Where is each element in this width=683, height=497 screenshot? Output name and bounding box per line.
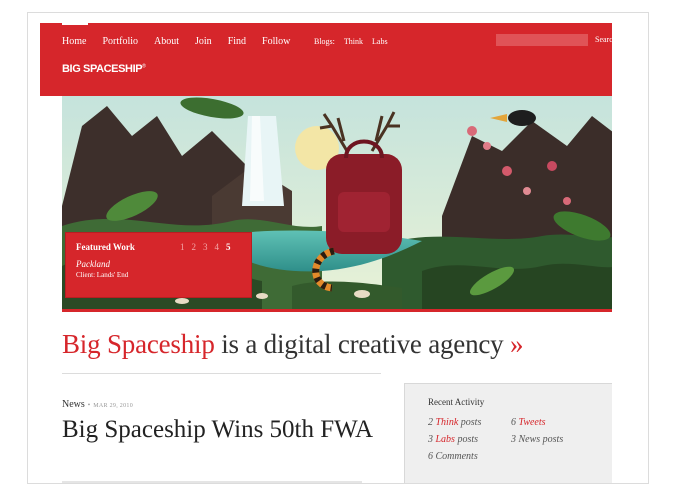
activity-suffix: posts: [458, 417, 482, 428]
featured-work-panel[interactable]: Featured Work 1 2 3 4 5 Packland Client:…: [65, 232, 252, 298]
nav-join[interactable]: Join: [195, 36, 212, 47]
news-category[interactable]: News: [62, 399, 85, 410]
pager-3[interactable]: 3: [203, 242, 208, 252]
featured-project-name[interactable]: Packland: [76, 259, 110, 269]
browser-frame: Home Portfolio About Join Find Follow Bl…: [27, 12, 649, 484]
activity-labs-posts[interactable]: 3 Labs posts: [428, 434, 478, 445]
blogs-nav: Blogs: Think Labs: [314, 34, 397, 48]
blogs-label: Blogs:: [314, 36, 335, 46]
blog-link-labs[interactable]: Labs: [372, 37, 388, 46]
activity-tweets[interactable]: 6 Tweets: [511, 417, 546, 428]
nav-home[interactable]: Home: [62, 36, 86, 47]
nav-follow[interactable]: Follow: [262, 36, 290, 47]
pager-5-active[interactable]: 5: [226, 242, 231, 252]
nav-active-indicator: [62, 23, 88, 25]
activity-think-posts[interactable]: 2 Think posts: [428, 417, 481, 428]
agency-tagline: Big Spaceship is a digital creative agen…: [62, 329, 612, 360]
tagline-more-link[interactable]: »: [510, 329, 524, 359]
pager-2[interactable]: 2: [192, 242, 197, 252]
activity-count: 2: [428, 417, 433, 428]
activity-suffix: Comments: [435, 451, 478, 462]
section-divider: [62, 373, 381, 374]
nav-find[interactable]: Find: [228, 36, 246, 47]
activity-count: 6: [428, 451, 433, 462]
activity-news-posts[interactable]: 3 News posts: [511, 434, 563, 445]
site-header: Home Portfolio About Join Find Follow Bl…: [40, 23, 612, 96]
activity-suffix: News posts: [518, 434, 564, 445]
news-meta: News • MAR 29, 2010: [62, 399, 133, 410]
pager-4[interactable]: 4: [215, 242, 220, 252]
blog-link-think[interactable]: Think: [344, 37, 363, 46]
logo-text: BIG SPACESHIP: [62, 63, 143, 75]
featured-client: Client: Lands' End: [76, 271, 129, 279]
hero-underline: [62, 309, 612, 312]
activity-count: 3: [428, 434, 433, 445]
featured-work-title: Featured Work: [76, 242, 135, 252]
tagline-brand: Big Spaceship: [62, 329, 215, 359]
page: Home Portfolio About Join Find Follow Bl…: [40, 23, 612, 483]
featured-pager: 1 2 3 4 5: [180, 242, 238, 252]
news-headline[interactable]: Big Spaceship Wins 50th FWA: [62, 415, 392, 445]
registered-mark: ®: [142, 63, 146, 70]
news-date: MAR 29, 2010: [93, 403, 134, 409]
search-input[interactable]: [496, 34, 588, 46]
search-button[interactable]: Search: [595, 34, 612, 46]
activity-count: 6: [511, 417, 516, 428]
recent-activity-panel: Recent Activity 2 Think posts 6 Tweets 3…: [404, 383, 612, 483]
activity-count: 3: [511, 434, 516, 445]
activity-comments[interactable]: 6 Comments: [428, 451, 478, 462]
pager-1[interactable]: 1: [180, 242, 185, 252]
nav-portfolio[interactable]: Portfolio: [102, 36, 138, 47]
activity-link-tweets[interactable]: Tweets: [519, 417, 546, 428]
activity-link-labs[interactable]: Labs: [436, 434, 455, 445]
activity-link-think[interactable]: Think: [436, 417, 459, 428]
nav-about[interactable]: About: [154, 36, 179, 47]
meta-separator: •: [87, 401, 91, 409]
recent-activity-title: Recent Activity: [428, 397, 485, 407]
tagline-text: is a digital creative agency: [214, 329, 511, 359]
activity-suffix: posts: [454, 434, 479, 445]
site-logo[interactable]: BIG SPACESHIP®: [62, 63, 146, 75]
news-teaser-cutoff: [62, 481, 362, 483]
main-nav: Home Portfolio About Join Find Follow: [62, 34, 306, 48]
